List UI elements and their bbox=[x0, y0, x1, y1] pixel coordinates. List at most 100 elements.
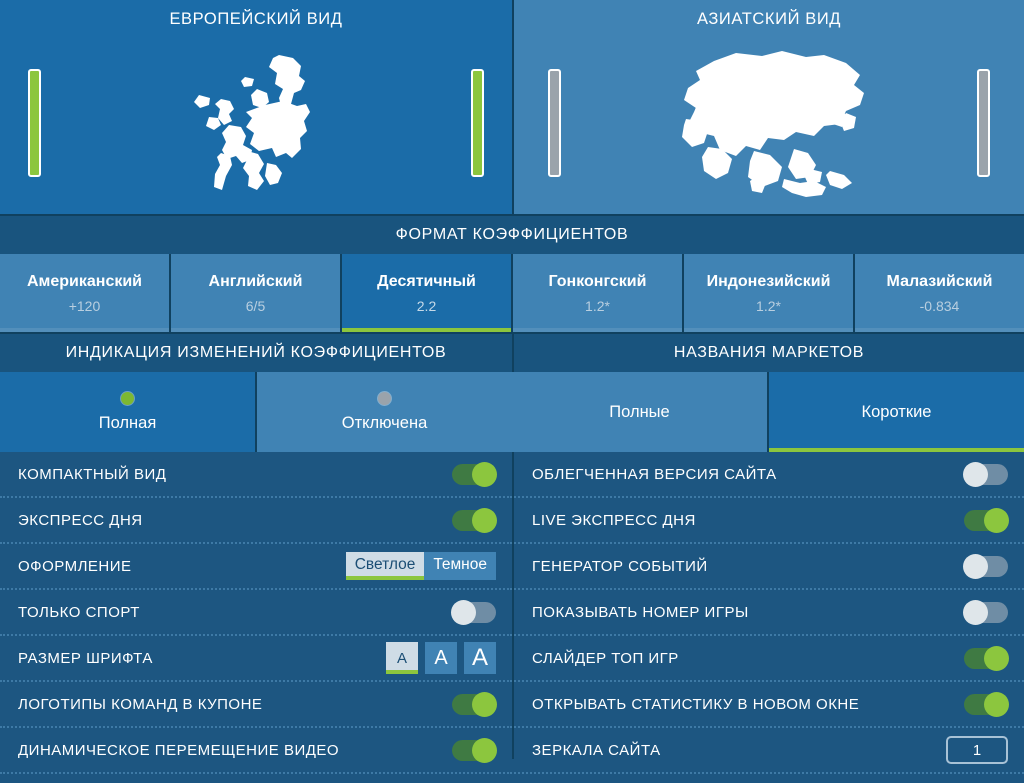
setting-control bbox=[452, 461, 497, 487]
toggle-knob bbox=[963, 461, 988, 487]
toggle-knob bbox=[472, 507, 497, 533]
mode-tab-groups: Полная Отключена Полные Короткие bbox=[0, 372, 1024, 452]
setting-control: Светлое Темное bbox=[345, 552, 496, 580]
tab-bottom-shade bbox=[513, 328, 682, 332]
setting-control: A A A bbox=[386, 642, 496, 674]
odds-tab-decimal[interactable]: Десятичный 2.2 bbox=[340, 254, 511, 332]
odds-tab-indonesian[interactable]: Индонезийский 1.2* bbox=[682, 254, 853, 332]
market-names-tab-label: Короткие bbox=[861, 402, 932, 421]
odds-tab-label: Малазийский bbox=[886, 272, 993, 290]
toggle-knob bbox=[984, 507, 1009, 533]
setting-label: ЗЕРКАЛА САЙТА bbox=[532, 741, 661, 759]
slider-handle-left[interactable] bbox=[548, 69, 561, 177]
setting-control bbox=[963, 553, 1008, 579]
toggle-event-generator[interactable] bbox=[963, 553, 1008, 579]
setting-control bbox=[964, 691, 1009, 717]
setting-row-compact-view: КОМПАКТНЫЙ ВИД bbox=[0, 452, 512, 498]
odds-tab-label: Десятичный bbox=[377, 272, 476, 290]
market-names-tab-label: Полные bbox=[609, 402, 670, 421]
view-panel-asian-title: АЗИАТСКИЙ ВИД bbox=[696, 10, 842, 28]
theme-option-dark[interactable]: Темное bbox=[424, 552, 496, 580]
odds-tab-american[interactable]: Американский +120 bbox=[0, 254, 169, 332]
slider-handle-right[interactable] bbox=[471, 69, 484, 177]
setting-label: ЭКСПРЕСС ДНЯ bbox=[18, 511, 143, 529]
status-dot-grey-icon bbox=[378, 391, 391, 405]
odds-format-tabs: Американский +120 Английский 6/5 Десятич… bbox=[0, 254, 1024, 332]
toggle-open-stats-new-window[interactable] bbox=[964, 691, 1009, 717]
toggle-top-games-slider[interactable] bbox=[964, 645, 1009, 671]
setting-row-event-generator: ГЕНЕРАТОР СОБЫТИЙ bbox=[514, 544, 1024, 590]
setting-control bbox=[964, 645, 1009, 671]
setting-row-show-game-number: ПОКАЗЫВАТЬ НОМЕР ИГРЫ bbox=[514, 590, 1024, 636]
setting-row-theme: ОФОРМЛЕНИЕ Светлое Темное bbox=[0, 544, 512, 590]
setting-row-dynamic-video-move: ДИНАМИЧЕСКОЕ ПЕРЕМЕЩЕНИЕ ВИДЕО bbox=[0, 728, 512, 774]
toggle-show-game-number[interactable] bbox=[963, 599, 1008, 625]
view-panel-asian[interactable]: АЗИАТСКИЙ ВИД bbox=[512, 0, 1024, 214]
setting-label: КОМПАКТНЫЙ ВИД bbox=[18, 465, 167, 483]
setting-control bbox=[964, 507, 1009, 533]
theme-option-light[interactable]: Светлое bbox=[345, 552, 425, 580]
setting-row-font-size: РАЗМЕР ШРИФТА A A A bbox=[0, 636, 512, 682]
setting-label: ОБЛЕГЧЕННАЯ ВЕРСИЯ САЙТА bbox=[532, 465, 777, 483]
toggle-knob bbox=[963, 553, 988, 579]
odds-tab-value: 1.2* bbox=[756, 297, 781, 314]
setting-control bbox=[963, 461, 1008, 487]
setting-row-live-express-of-day: LIVE ЭКСПРЕСС ДНЯ bbox=[514, 498, 1024, 544]
toggle-knob bbox=[984, 691, 1009, 717]
europe-map-area bbox=[0, 38, 512, 208]
toggle-lite-site-version[interactable] bbox=[963, 461, 1008, 487]
setting-row-team-logos-in-coupon: ЛОГОТИПЫ КОМАНД В КУПОНЕ bbox=[0, 682, 512, 728]
font-size-control: A A A bbox=[386, 642, 496, 674]
toggle-dynamic-video-move[interactable] bbox=[452, 737, 497, 763]
indication-tab-disabled[interactable]: Отключена bbox=[255, 372, 512, 452]
setting-control bbox=[963, 599, 1008, 625]
slider-handle-right[interactable] bbox=[977, 69, 990, 177]
odds-format-header: ФОРМАТ КОЭФФИЦИЕНТОВ bbox=[0, 214, 1024, 254]
font-size-option-medium[interactable]: A bbox=[425, 642, 457, 674]
asia-map-area bbox=[514, 38, 1024, 208]
region-view-selector: ЕВРОПЕЙСКИЙ ВИД АЗИАТСКИЙ ВИД bbox=[0, 0, 1024, 214]
toggle-knob bbox=[472, 691, 497, 717]
odds-tab-malaysian[interactable]: Малазийский -0.834 bbox=[853, 254, 1024, 332]
toggle-knob bbox=[472, 461, 497, 487]
market-names-header: НАЗВАНИЯ МАРКЕТОВ bbox=[512, 332, 1024, 372]
toggle-express-of-day[interactable] bbox=[452, 507, 497, 533]
toggle-knob bbox=[963, 599, 988, 625]
market-names-tabs: Полные Короткие bbox=[512, 372, 1024, 452]
setting-row-sport-only: ТОЛЬКО СПОРТ bbox=[0, 590, 512, 636]
theme-segmented-control: Светлое Темное bbox=[345, 552, 496, 580]
toggle-sport-only[interactable] bbox=[451, 599, 496, 625]
odds-tab-label: Гонконгский bbox=[548, 272, 647, 290]
toggle-knob bbox=[451, 599, 476, 625]
market-names-tab-full[interactable]: Полные bbox=[512, 372, 767, 452]
setting-label: ПОКАЗЫВАТЬ НОМЕР ИГРЫ bbox=[532, 603, 749, 621]
indication-tab-full[interactable]: Полная bbox=[0, 372, 255, 452]
toggle-knob bbox=[472, 737, 497, 763]
setting-label: СЛАЙДЕР ТОП ИГР bbox=[532, 649, 679, 667]
status-dot-green-icon bbox=[121, 391, 134, 405]
toggle-compact-view[interactable] bbox=[452, 461, 497, 487]
setting-label: РАЗМЕР ШРИФТА bbox=[18, 649, 153, 667]
tab-bottom-shade bbox=[855, 328, 1024, 332]
toggle-live-express-of-day[interactable] bbox=[964, 507, 1009, 533]
selected-underline bbox=[342, 328, 511, 332]
odds-tab-hongkong[interactable]: Гонконгский 1.2* bbox=[511, 254, 682, 332]
setting-label: ДИНАМИЧЕСКОЕ ПЕРЕМЕЩЕНИЕ ВИДЕО bbox=[18, 741, 340, 759]
market-names-tab-short[interactable]: Короткие bbox=[767, 372, 1024, 452]
tab-bottom-shade bbox=[171, 328, 340, 332]
setting-control bbox=[452, 737, 497, 763]
indication-tab-label: Полная bbox=[98, 413, 157, 432]
site-mirrors-stepper[interactable]: 1 bbox=[946, 736, 1008, 764]
setting-row-open-stats-new-window: ОТКРЫВАТЬ СТАТИСТИКУ В НОВОМ ОКНЕ bbox=[514, 682, 1024, 728]
font-size-option-large[interactable]: A bbox=[464, 642, 496, 674]
odds-tab-label: Индонезийский bbox=[706, 272, 831, 290]
font-size-option-small[interactable]: A bbox=[386, 642, 418, 674]
view-panel-european[interactable]: ЕВРОПЕЙСКИЙ ВИД bbox=[0, 0, 512, 214]
slider-handle-left[interactable] bbox=[28, 69, 41, 177]
setting-row-site-mirrors: ЗЕРКАЛА САЙТА 1 bbox=[514, 728, 1024, 774]
toggle-team-logos-in-coupon[interactable] bbox=[452, 691, 497, 717]
odds-tab-english[interactable]: Английский 6/5 bbox=[169, 254, 340, 332]
setting-label: ТОЛЬКО СПОРТ bbox=[18, 603, 140, 621]
odds-tab-value: 1.2* bbox=[585, 297, 610, 314]
setting-label: ОТКРЫВАТЬ СТАТИСТИКУ В НОВОМ ОКНЕ bbox=[532, 695, 860, 713]
